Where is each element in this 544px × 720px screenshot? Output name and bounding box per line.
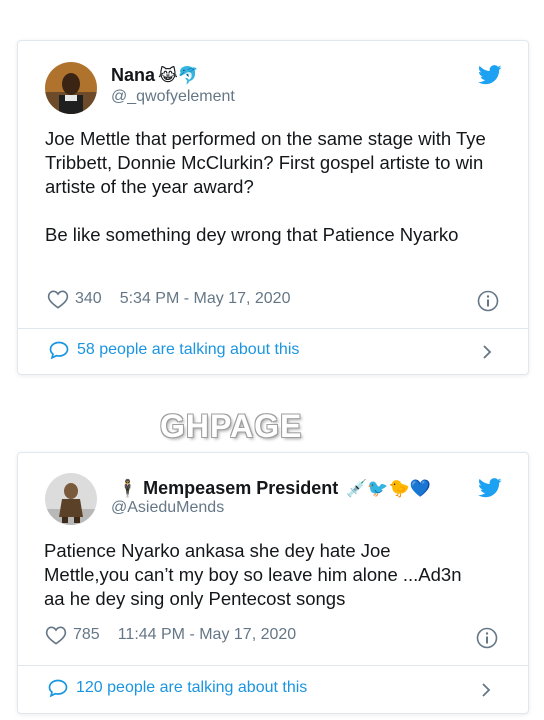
like-count: 340 [75, 290, 102, 307]
conversation-link[interactable]: 120 people are talking about this [48, 679, 307, 697]
display-name-text: Mempeasem President [143, 478, 339, 498]
timestamp[interactable]: 11:44 PM - May 17, 2020 [118, 626, 296, 644]
name-prefix-emoji: 🕴 [117, 478, 139, 499]
tweet-text: Patience Nyarko ankasa she dey hate Joe … [44, 540, 462, 609]
chevron-right-icon[interactable] [481, 344, 493, 360]
conversation-text: 58 people are talking about this [77, 341, 300, 358]
user-handle[interactable]: @AsieduMends [111, 499, 224, 517]
heart-icon[interactable] [45, 625, 67, 645]
conversation-link[interactable]: 58 people are talking about this [49, 341, 299, 359]
info-icon[interactable] [477, 290, 499, 312]
twitter-bird-icon[interactable] [478, 478, 502, 498]
speech-bubble-icon [48, 679, 68, 697]
tweet-card: 🕴 Mempeasem President 💉🐦🐤💙 @AsieduMends … [17, 452, 529, 714]
display-name[interactable]: Nana 😹🐬 [111, 65, 199, 86]
name-emojis: 😹🐬 [158, 65, 200, 86]
name-emojis: 💉🐦🐤💙 [346, 478, 431, 499]
divider [18, 328, 528, 329]
user-handle[interactable]: @_qwofyelement [111, 88, 235, 106]
chevron-right-icon[interactable] [480, 682, 492, 698]
divider [18, 665, 528, 666]
avatar[interactable] [45, 473, 97, 525]
heart-icon[interactable] [47, 289, 69, 309]
speech-bubble-icon [49, 341, 69, 359]
tweet-card: Nana 😹🐬 @_qwofyelement Joe Mettle that p… [17, 40, 529, 375]
avatar[interactable] [45, 62, 97, 114]
display-name[interactable]: 🕴 Mempeasem President 💉🐦🐤💙 [117, 478, 431, 499]
tweet-meta: 340 5:34 PM - May 17, 2020 [47, 289, 290, 309]
timestamp[interactable]: 5:34 PM - May 17, 2020 [120, 290, 291, 308]
display-name-text: Nana [111, 65, 156, 85]
tweet-meta: 785 11:44 PM - May 17, 2020 [45, 625, 296, 645]
twitter-bird-icon[interactable] [478, 65, 502, 85]
conversation-text: 120 people are talking about this [76, 679, 308, 696]
tweet-text: Joe Mettle that performed on the same st… [45, 128, 486, 245]
ghpage-watermark: GHPAGE [160, 408, 303, 444]
info-icon[interactable] [476, 627, 498, 649]
like-count: 785 [73, 626, 100, 643]
